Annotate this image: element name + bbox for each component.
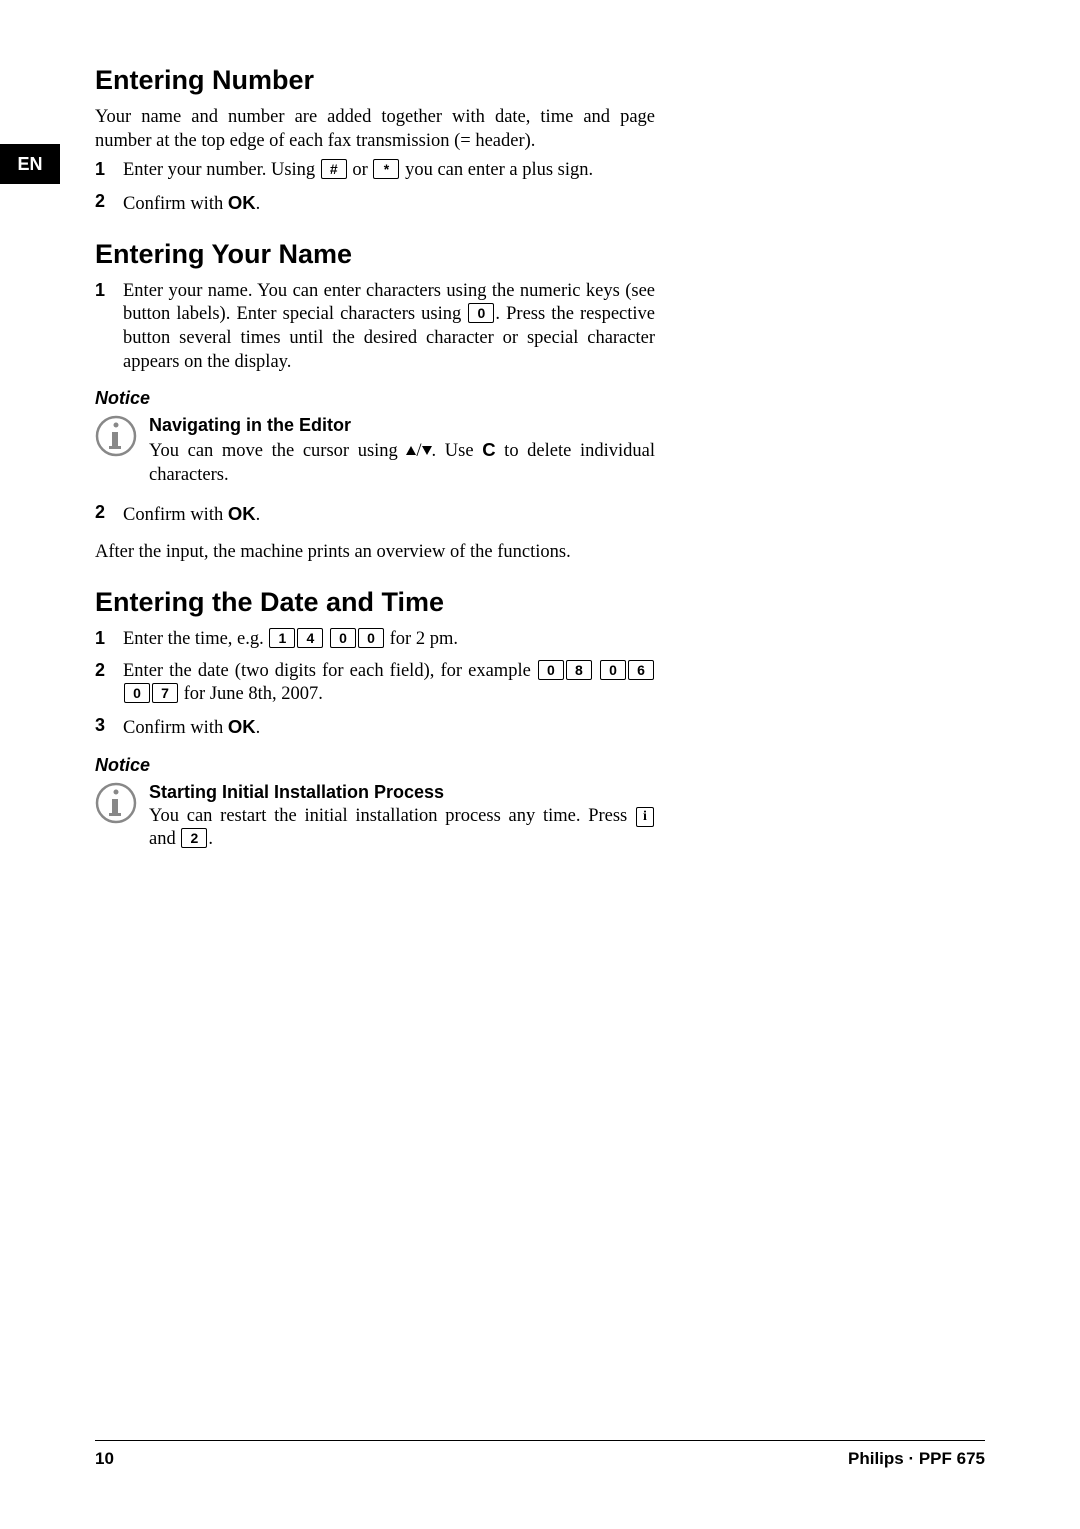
notice-text: You can move the cursor using /. Use C t… <box>149 438 655 487</box>
heading-date-time: Entering the Date and Time <box>95 587 655 618</box>
steps-list-2b: 2 Confirm with OK. <box>95 502 655 528</box>
step-item: 2 Confirm with OK. <box>95 191 655 217</box>
key-digit: 7 <box>152 683 178 703</box>
notice-title: Navigating in the Editor <box>149 415 655 436</box>
text-fragment: Confirm with <box>123 505 228 525</box>
step-number: 2 <box>95 660 123 707</box>
text-fragment: Enter your number. Using <box>123 160 320 180</box>
key-digit: 0 <box>330 628 356 648</box>
key-digit: 4 <box>297 628 323 648</box>
key-digit: 0 <box>124 683 150 703</box>
text-fragment: . <box>256 194 261 214</box>
key-hash: # <box>321 159 347 179</box>
text-fragment: and <box>149 829 180 849</box>
step-item: 1 Enter your number. Using # or * you ca… <box>95 159 655 183</box>
step-item: 3 Confirm with OK. <box>95 715 655 741</box>
notice-block: Navigating in the Editor You can move th… <box>95 415 655 487</box>
notice-text: You can restart the initial installation… <box>149 805 655 852</box>
key-i: i <box>636 807 654 827</box>
key-star: * <box>373 159 399 179</box>
language-tab: EN <box>0 144 60 184</box>
main-content: Entering Number Your name and number are… <box>95 65 655 852</box>
step-text: Confirm with OK. <box>123 715 655 741</box>
key-digit: 0 <box>358 628 384 648</box>
info-icon <box>95 415 137 457</box>
steps-list-1: 1 Enter your number. Using # or * you ca… <box>95 159 655 216</box>
step-number: 3 <box>95 715 123 741</box>
step-number: 2 <box>95 191 123 217</box>
text-fragment: . <box>256 718 261 738</box>
step-text: Enter the date (two digits for each fiel… <box>123 660 655 707</box>
key-digit: 0 <box>600 660 626 680</box>
text-fragment: you can enter a plus sign. <box>400 160 593 180</box>
info-icon <box>95 782 137 824</box>
step-number: 2 <box>95 502 123 528</box>
step-text: Enter your number. Using # or * you can … <box>123 159 655 183</box>
notice-body: Navigating in the Editor You can move th… <box>149 415 655 487</box>
manual-page: EN Entering Number Your name and number … <box>0 0 1080 1529</box>
step-text: Confirm with OK. <box>123 191 655 217</box>
text-fragment: Enter the date (two digits for each fiel… <box>123 661 537 681</box>
arrow-up-icon <box>406 446 416 455</box>
step-text: Enter your name. You can enter character… <box>123 280 655 375</box>
step-item: 1 Enter your name. You can enter charact… <box>95 280 655 375</box>
step-text: Enter the time, e.g. 14 00 for 2 pm. <box>123 628 655 652</box>
page-footer: 10 Philips · PPF 675 <box>95 1440 985 1469</box>
c-key-label: C <box>482 439 495 460</box>
step-text: Confirm with OK. <box>123 502 655 528</box>
notice-block: Starting Initial Installation Process Yo… <box>95 782 655 852</box>
page-number: 10 <box>95 1449 114 1469</box>
key-2: 2 <box>181 828 207 848</box>
outro-paragraph: After the input, the machine prints an o… <box>95 541 655 565</box>
step-number: 1 <box>95 159 123 183</box>
step-number: 1 <box>95 628 123 652</box>
text-fragment: . <box>208 829 213 849</box>
notice-title: Starting Initial Installation Process <box>149 782 655 803</box>
intro-paragraph: Your name and number are added together … <box>95 106 655 153</box>
text-fragment: Confirm with <box>123 718 228 738</box>
step-item: 2 Confirm with OK. <box>95 502 655 528</box>
notice-label: Notice <box>95 755 655 776</box>
key-digit: 8 <box>566 660 592 680</box>
text-fragment: or <box>348 160 373 180</box>
brand-model: Philips · PPF 675 <box>848 1449 985 1469</box>
text-fragment: . <box>256 505 261 525</box>
text-fragment: for 2 pm. <box>385 629 458 649</box>
heading-entering-name: Entering Your Name <box>95 239 655 270</box>
notice-label: Notice <box>95 388 655 409</box>
key-digit: 1 <box>269 628 295 648</box>
text-fragment: Enter the time, e.g. <box>123 629 268 649</box>
notice-body: Starting Initial Installation Process Yo… <box>149 782 655 852</box>
heading-entering-number: Entering Number <box>95 65 655 96</box>
steps-list-2: 1 Enter your name. You can enter charact… <box>95 280 655 375</box>
step-item: 1 Enter the time, e.g. 14 00 for 2 pm. <box>95 628 655 652</box>
key-digit: 6 <box>628 660 654 680</box>
step-number: 1 <box>95 280 123 375</box>
key-digit: 0 <box>538 660 564 680</box>
text-fragment: You can restart the initial installation… <box>149 806 635 826</box>
text-fragment: . Use <box>432 441 483 461</box>
ok-label: OK <box>228 192 256 213</box>
ok-label: OK <box>228 716 256 737</box>
step-item: 2 Enter the date (two digits for each fi… <box>95 660 655 707</box>
arrow-down-icon <box>422 446 432 455</box>
steps-list-3: 1 Enter the time, e.g. 14 00 for 2 pm. 2… <box>95 628 655 741</box>
text-fragment: for June 8th, 2007. <box>179 684 323 704</box>
ok-label: OK <box>228 503 256 524</box>
text-fragment: You can move the cursor using <box>149 441 406 461</box>
text-fragment: Confirm with <box>123 194 228 214</box>
key-zero: 0 <box>468 303 494 323</box>
